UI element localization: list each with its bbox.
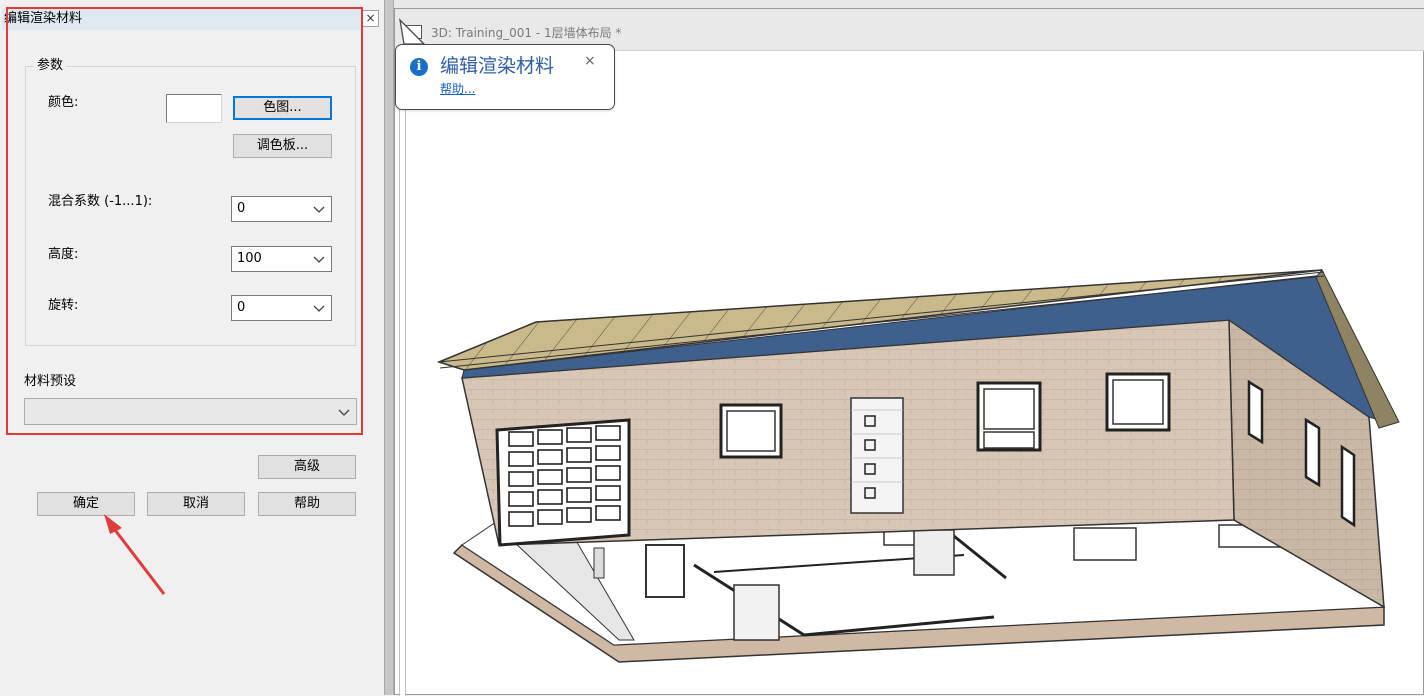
panel-splitter[interactable] <box>384 0 394 695</box>
rotation-select[interactable]: 0 <box>231 295 332 321</box>
tooltip-help-link[interactable]: 帮助... <box>440 82 475 96</box>
tooltip-title: 编辑渲染材料 <box>440 55 555 77</box>
dialog-title: 编辑渲染材料 <box>2 8 362 30</box>
height-label: 高度: <box>48 247 79 262</box>
rotation-value: 0 <box>237 300 246 315</box>
rotation-label: 旋转: <box>48 298 79 313</box>
palette-button[interactable]: 调色板... <box>233 134 332 158</box>
chevron-down-icon <box>313 206 325 213</box>
blend-factor-value: 0 <box>237 201 246 216</box>
advanced-button[interactable]: 高级 <box>258 455 356 479</box>
height-value: 100 <box>237 251 262 266</box>
chevron-down-icon <box>313 305 325 312</box>
info-icon: i <box>410 58 428 76</box>
close-icon[interactable]: × <box>584 54 596 68</box>
material-preset-select[interactable] <box>24 398 357 425</box>
ok-button[interactable]: 确定 <box>37 492 135 516</box>
height-select[interactable]: 100 <box>231 246 332 272</box>
blend-factor-select[interactable]: 0 <box>231 196 332 222</box>
material-preset-label: 材料预设 <box>24 374 77 389</box>
edit-render-material-dialog: 编辑渲染材料 × 参数 颜色: 色图... 调色板... 混合系数 (-1...… <box>0 0 384 695</box>
color-swatch[interactable] <box>166 94 222 123</box>
blend-factor-label: 混合系数 (-1...1): <box>48 194 153 209</box>
help-button[interactable]: 帮助 <box>258 492 356 516</box>
params-group-label: 参数 <box>34 58 67 74</box>
chevron-down-icon <box>313 256 325 263</box>
color-map-button[interactable]: 色图... <box>233 96 332 120</box>
close-icon[interactable]: × <box>362 10 379 27</box>
color-label: 颜色: <box>48 95 79 110</box>
chevron-down-icon <box>338 409 350 416</box>
tooltip-popup: i 编辑渲染材料 × 帮助... <box>395 44 615 110</box>
cancel-button[interactable]: 取消 <box>147 492 245 516</box>
